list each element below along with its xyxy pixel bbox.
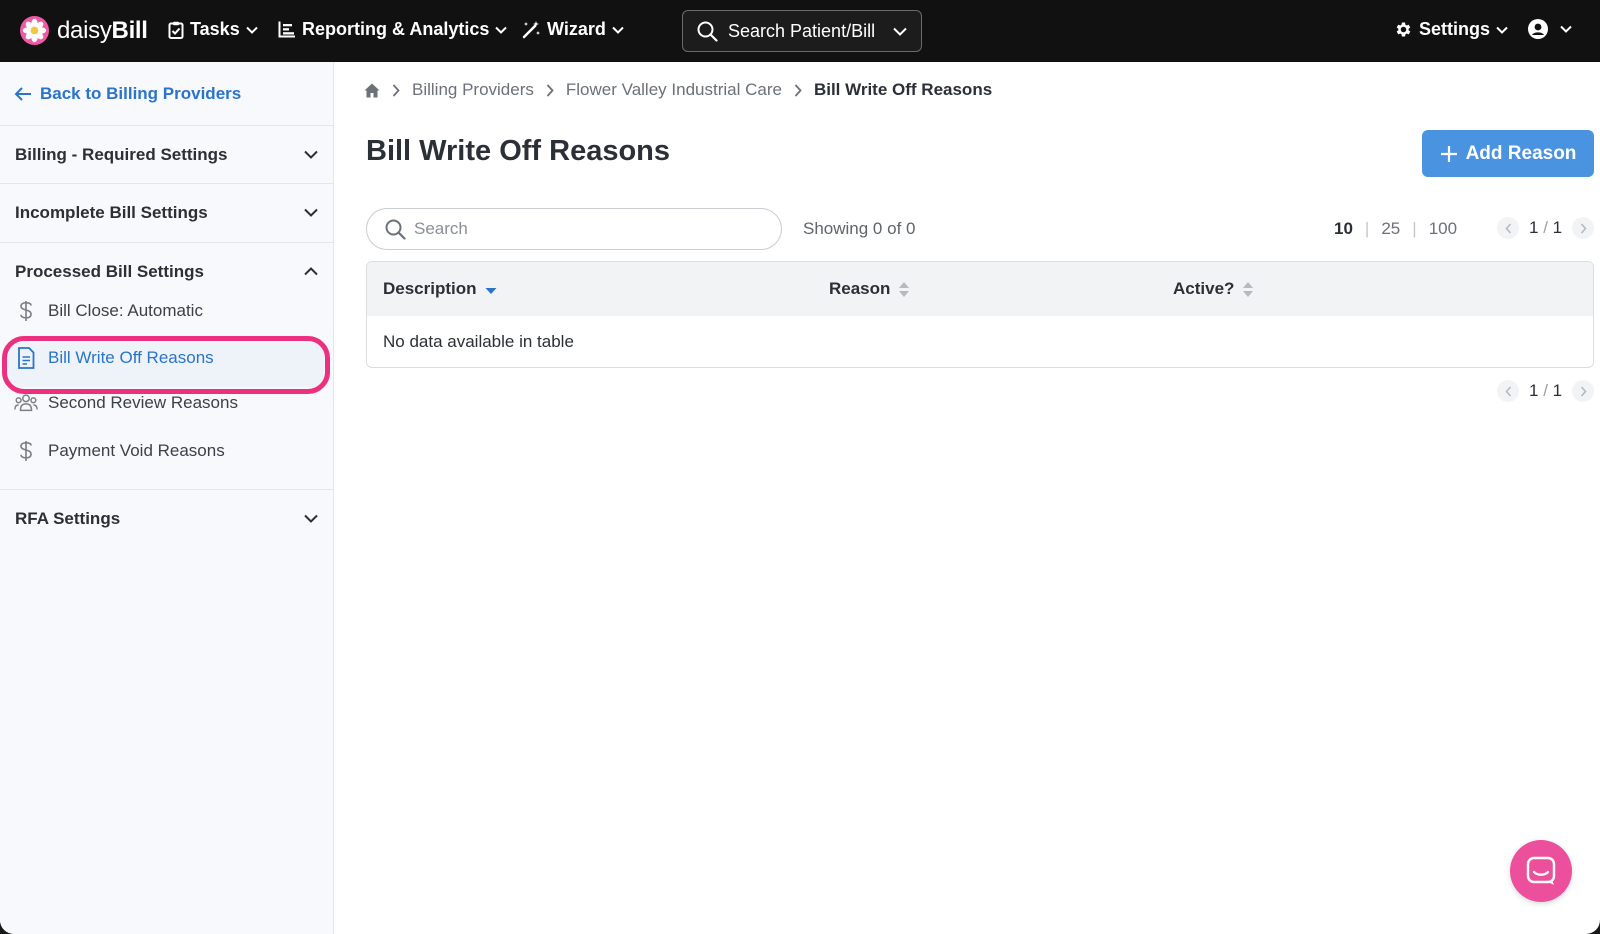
section-billing-required-settings[interactable]: Billing - Required Settings [0, 125, 334, 183]
search-icon [697, 21, 718, 42]
column-active[interactable]: Active? [1173, 279, 1254, 299]
add-reason-button[interactable]: Add Reason [1422, 130, 1594, 177]
back-link-label: Back to Billing Providers [40, 84, 242, 103]
empty-table-message: No data available in table [383, 332, 574, 351]
chevron-right-icon [794, 83, 802, 97]
sidebar-item-label: Bill Close: Automatic [48, 301, 203, 320]
chevron-down-icon [245, 26, 258, 34]
breadcrumb-billing-providers[interactable]: Billing Providers [412, 80, 534, 100]
page-size-10[interactable]: 10 [1334, 219, 1353, 239]
brand-name: daisyBill [57, 16, 148, 44]
chevron-down-icon [612, 26, 624, 34]
section-label: Billing - Required Settings [15, 144, 228, 164]
app-window: daisyBill Tasks Reporting & Analytics Wi… [0, 0, 1600, 934]
nav-reporting-label: Reporting & Analytics [302, 19, 490, 39]
top-navbar: daisyBill Tasks Reporting & Analytics Wi… [0, 0, 1600, 62]
chevron-down-icon [304, 150, 318, 159]
sidebar-item-bill-close-automatic[interactable]: Bill Close: Automatic [14, 300, 203, 322]
column-description[interactable]: Description [383, 279, 497, 299]
reasons-table: Description Reason Active? No data avail… [366, 261, 1594, 368]
chevron-down-icon [893, 27, 907, 36]
breadcrumb-current: Bill Write Off Reasons [813, 80, 993, 99]
dollar-icon [14, 300, 38, 322]
nav-settings[interactable]: Settings [1394, 19, 1508, 40]
page-title: Bill Write Off Reasons [366, 135, 671, 167]
prev-page-button[interactable] [1497, 380, 1519, 402]
table-header: Description Reason Active? [367, 262, 1593, 316]
chevron-right-icon [392, 83, 400, 97]
nav-wizard-label: Wizard [547, 19, 606, 39]
top-pager: 1 / 1 [1497, 217, 1595, 239]
highlight-annotation [2, 336, 330, 394]
column-label: Reason [829, 279, 891, 298]
page-size-selector: 10 | 25 | 100 [1334, 219, 1457, 239]
chevron-down-icon [1496, 26, 1508, 34]
settings-sidebar: Back to Billing Providers Billing - Requ… [0, 62, 334, 934]
chat-launcher-button[interactable] [1510, 840, 1572, 902]
flower-logo-icon [20, 16, 49, 45]
sidebar-item-label: Payment Void Reasons [48, 441, 225, 460]
page-indicator: 1 / 1 [1529, 218, 1563, 237]
home-icon[interactable] [364, 83, 380, 98]
section-label: Processed Bill Settings [15, 261, 204, 281]
prev-page-button[interactable] [1497, 217, 1519, 239]
column-reason[interactable]: Reason [829, 279, 910, 299]
gear-icon [1396, 22, 1411, 37]
breadcrumb: Billing Providers Flower Valley Industri… [364, 80, 992, 100]
sort-icon [899, 281, 910, 297]
sidebar-item-payment-void-reasons[interactable]: Payment Void Reasons [14, 440, 225, 462]
sort-icon [1243, 281, 1254, 297]
table-search-input[interactable] [414, 219, 754, 239]
nav-tasks[interactable]: Tasks [168, 19, 258, 40]
chevron-down-icon [304, 514, 318, 523]
page-size-25[interactable]: 25 [1381, 219, 1400, 239]
table-search[interactable] [366, 208, 782, 250]
arrow-left-icon [14, 87, 31, 101]
column-label: Description [383, 279, 477, 298]
separator: | [1412, 219, 1417, 238]
chevron-down-icon [1560, 25, 1572, 33]
section-incomplete-bill-settings[interactable]: Incomplete Bill Settings [0, 183, 334, 241]
brand-logo[interactable]: daisyBill [20, 16, 148, 45]
chevron-down-icon [495, 26, 508, 34]
add-reason-label: Add Reason [1465, 142, 1577, 164]
showing-count: Showing 0 of 0 [803, 219, 916, 238]
patient-bill-search-placeholder: Search Patient/Bill [728, 20, 876, 41]
user-menu[interactable] [1528, 19, 1572, 39]
clipboard-icon [168, 21, 184, 39]
section-label: RFA Settings [15, 508, 121, 528]
sidebar-item-label: Second Review Reasons [48, 393, 238, 412]
magic-wand-icon [522, 21, 540, 39]
chevron-down-icon [304, 208, 318, 217]
chat-icon [1526, 856, 1556, 885]
column-label: Active? [1173, 279, 1235, 298]
section-processed-bill-settings[interactable]: Processed Bill Settings [0, 242, 334, 300]
section-rfa-settings[interactable]: RFA Settings [0, 489, 334, 547]
sidebar-item-second-review-reasons[interactable]: Second Review Reasons [14, 393, 238, 413]
dollar-icon [14, 440, 38, 462]
chevron-right-icon [546, 83, 554, 97]
chevron-up-icon [304, 267, 318, 276]
breadcrumb-provider[interactable]: Flower Valley Industrial Care [566, 80, 782, 100]
users-icon [14, 393, 38, 413]
back-to-billing-providers-link[interactable]: Back to Billing Providers [14, 84, 241, 104]
nav-settings-label: Settings [1419, 19, 1491, 39]
page-size-100[interactable]: 100 [1429, 219, 1457, 239]
section-label: Incomplete Bill Settings [15, 202, 208, 222]
chart-icon [278, 21, 295, 38]
separator: | [1364, 219, 1370, 238]
nav-tasks-label: Tasks [190, 19, 240, 39]
sort-desc-icon [485, 288, 497, 294]
search-icon [385, 219, 406, 240]
next-page-button[interactable] [1572, 217, 1595, 239]
page-indicator: 1 / 1 [1529, 381, 1563, 400]
nav-reporting[interactable]: Reporting & Analytics [278, 19, 508, 40]
bottom-pager: 1 / 1 [1497, 380, 1595, 402]
next-page-button[interactable] [1572, 380, 1595, 402]
user-circle-icon [1528, 19, 1548, 39]
nav-wizard[interactable]: Wizard [522, 19, 624, 40]
patient-bill-search[interactable]: Search Patient/Bill [682, 10, 922, 52]
plus-icon [1440, 145, 1457, 162]
